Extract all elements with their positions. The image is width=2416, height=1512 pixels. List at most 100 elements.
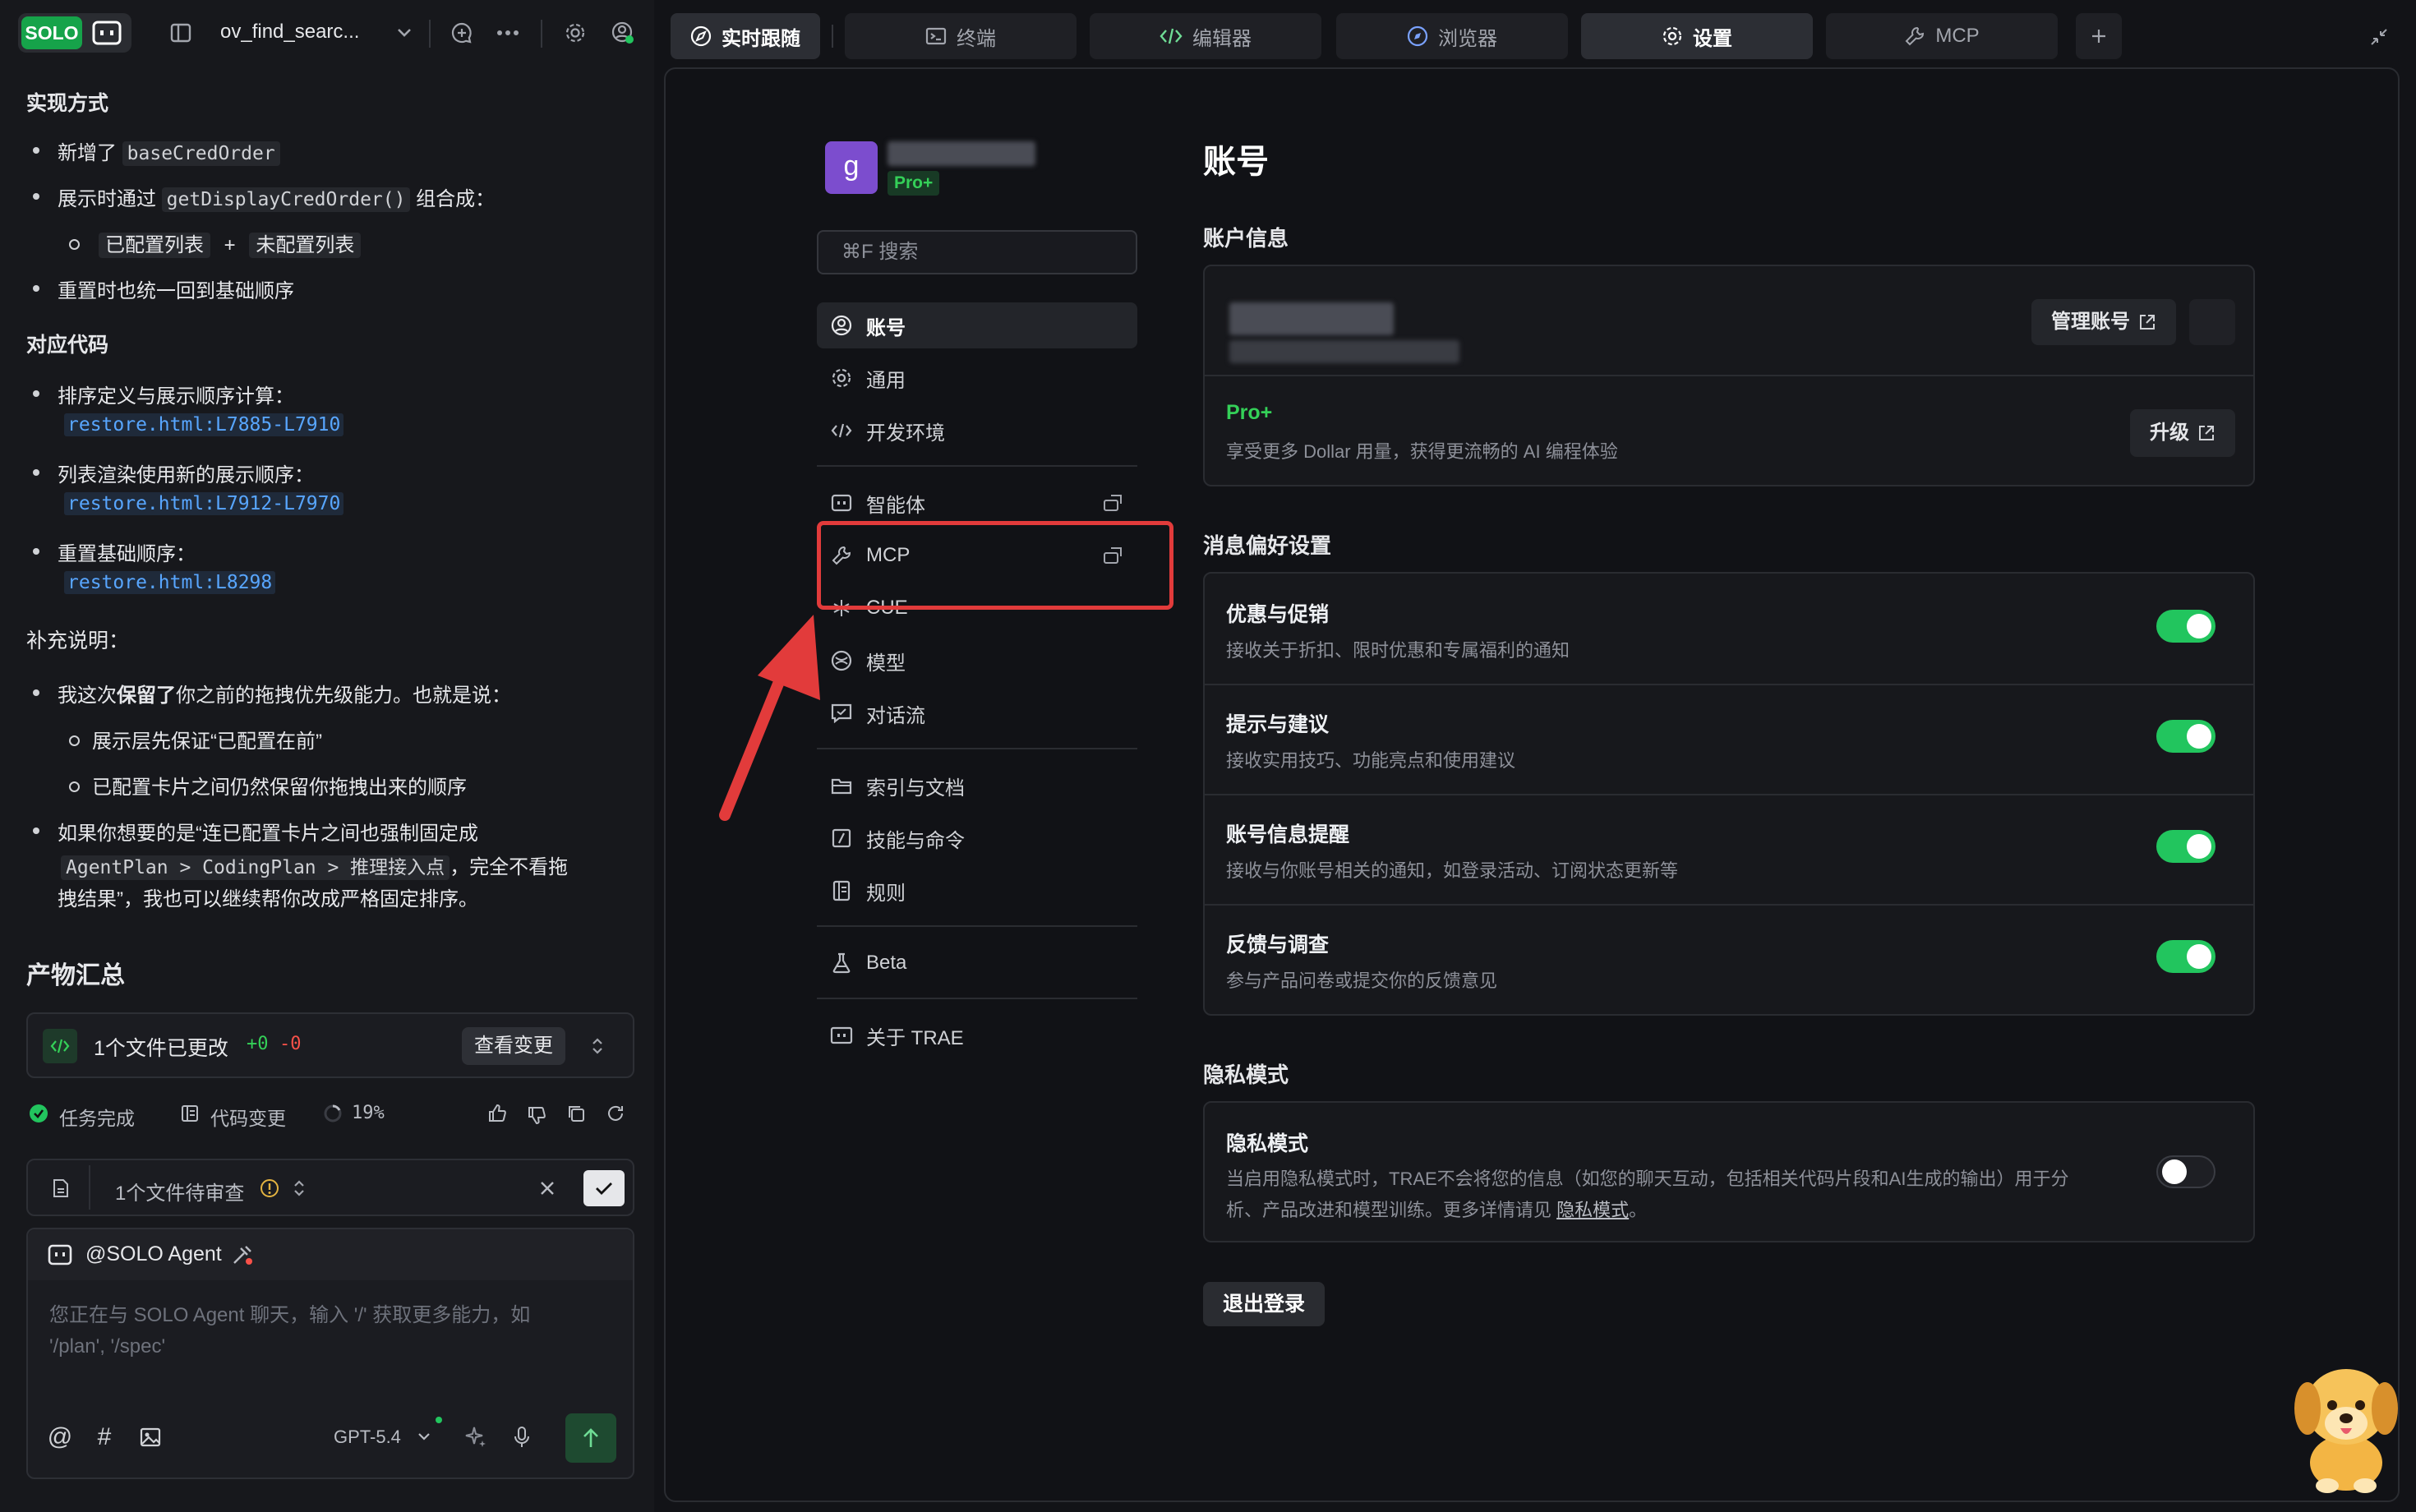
sidebar-toggle-icon[interactable] xyxy=(164,16,197,49)
hash-icon[interactable]: # xyxy=(90,1423,118,1451)
sidebar-item-label: 通用 xyxy=(866,369,906,392)
list-item: 排序定义与展示顺序计算： restore.html:L7885-L7910 xyxy=(33,380,344,436)
collapse-icon[interactable] xyxy=(2365,23,2393,51)
progress-spinner-icon xyxy=(322,1103,343,1124)
solo-mode-badge[interactable]: SOLO xyxy=(18,13,131,53)
sidebar-item-dev-env[interactable]: 开发环境 xyxy=(817,408,1137,454)
tab-browser[interactable]: 浏览器 xyxy=(1336,13,1568,59)
wrench-icon xyxy=(1904,25,1925,47)
agent-mention[interactable]: @SOLO Agent xyxy=(85,1242,222,1266)
divider xyxy=(1205,794,2253,795)
thumbs-down-icon[interactable] xyxy=(524,1103,549,1127)
sidebar-item-general[interactable]: 通用 xyxy=(817,355,1137,401)
note-heading: 补充说明： xyxy=(26,629,130,652)
composer-input[interactable]: 您正在与 SOLO Agent 聊天，输入 '/' 获取更多能力，如 '/pla… xyxy=(49,1300,530,1362)
tab-label: 编辑器 xyxy=(1192,27,1252,50)
list-text: 展示时通过 xyxy=(58,188,156,210)
privacy-description: 当启用隐私模式时，TRAE不会将您的信息（如您的聊天互动，包括相关代码片段和AI… xyxy=(1226,1164,2155,1226)
feedback-toggle[interactable] xyxy=(2156,940,2215,973)
tools-icon[interactable] xyxy=(228,1241,256,1269)
expand-icon[interactable] xyxy=(583,1032,611,1060)
sidebar-item-rules[interactable]: 规则 xyxy=(817,868,1137,914)
plan-description: 享受更多 Dollar 用量，获得更流畅的 AI 编程体验 xyxy=(1226,441,1618,462)
tab-settings[interactable]: 设置 xyxy=(1581,13,1813,59)
more-options-button[interactable] xyxy=(2189,299,2235,345)
expand-icon[interactable] xyxy=(288,1177,311,1200)
more-icon[interactable] xyxy=(491,16,524,49)
list-item: 展示时通过 getDisplayCredOrder() 组合成： xyxy=(33,182,495,212)
tab-label: MCP xyxy=(1935,25,1980,47)
sidebar-item-account[interactable]: 账号 xyxy=(817,302,1137,348)
gear-icon[interactable] xyxy=(559,16,592,49)
image-icon[interactable] xyxy=(136,1423,164,1451)
solo-label: SOLO xyxy=(21,16,82,49)
tab-editor[interactable]: 编辑器 xyxy=(1090,13,1321,59)
sidebar-item-agents[interactable]: 智能体 xyxy=(817,480,1137,526)
privacy-mode-link[interactable]: 隐私模式 xyxy=(1556,1200,1629,1220)
add-tab-button[interactable] xyxy=(2076,13,2122,59)
tips-toggle[interactable] xyxy=(2156,720,2215,753)
tab-label: 设置 xyxy=(1693,27,1732,50)
code-change-label[interactable]: 代码变更 xyxy=(210,1103,286,1131)
sparkle-icon[interactable] xyxy=(462,1423,490,1451)
regenerate-icon[interactable] xyxy=(603,1101,628,1126)
logout-button[interactable]: 退出登录 xyxy=(1203,1282,1326,1326)
microphone-icon[interactable] xyxy=(508,1423,536,1451)
sidebar-item-about[interactable]: 关于 TRAE xyxy=(817,1012,1137,1058)
sidebar-item-mcp[interactable]: MCP xyxy=(817,532,1137,579)
sidebar-item-index-docs[interactable]: 索引与文档 xyxy=(817,763,1137,809)
project-name[interactable]: ov_find_searc... xyxy=(220,21,359,44)
privacy-mode-toggle[interactable] xyxy=(2156,1155,2215,1188)
code-heading: 对应代码 xyxy=(26,334,109,357)
divider xyxy=(1205,375,2253,376)
model-status-dot xyxy=(436,1417,442,1423)
copy-icon[interactable] xyxy=(564,1101,588,1126)
code-link[interactable]: restore.html:L7912-L7970 xyxy=(64,492,344,515)
sidebar-item-label: 模型 xyxy=(866,652,906,675)
sidebar-item-beta[interactable]: Beta xyxy=(817,940,1137,986)
sidebar-item-skills[interactable]: 技能与命令 xyxy=(817,815,1137,861)
tab-terminal[interactable]: 终端 xyxy=(845,13,1077,59)
model-icon xyxy=(830,649,853,672)
close-icon[interactable] xyxy=(536,1177,559,1200)
divider xyxy=(817,465,1137,467)
manage-account-button[interactable]: 管理账号 xyxy=(2031,299,2176,345)
added-count: +0 xyxy=(247,1034,269,1054)
upgrade-button[interactable]: 升级 xyxy=(2130,409,2235,457)
privacy-desc-end: 。 xyxy=(1629,1200,1648,1220)
chevron-down-icon[interactable] xyxy=(414,1427,434,1446)
avatar[interactable]: g xyxy=(825,141,878,194)
view-changes-button[interactable]: 查看变更 xyxy=(462,1027,565,1065)
account-alerts-toggle[interactable] xyxy=(2156,830,2215,863)
mention-icon[interactable]: @ xyxy=(46,1423,74,1451)
flask-icon xyxy=(830,952,853,975)
open-external-icon[interactable] xyxy=(1101,544,1124,567)
message-prefs-card: 优惠与促销 接收关于折扣、限时优惠和专属福利的通知 提示与建议 接收实用技巧、功… xyxy=(1203,572,2255,1016)
code-link[interactable]: restore.html:L8298 xyxy=(64,571,276,594)
open-external-icon[interactable] xyxy=(1101,491,1124,514)
accept-check-icon[interactable] xyxy=(583,1170,625,1206)
sidebar-item-cue[interactable]: CUE xyxy=(817,585,1137,631)
sidebar-item-chat-flow[interactable]: 对话流 xyxy=(817,690,1137,736)
divider xyxy=(832,25,833,48)
new-chat-icon[interactable] xyxy=(445,16,478,49)
settings-search-input[interactable]: ⌘F 搜索 xyxy=(817,230,1137,274)
tab-mcp[interactable]: MCP xyxy=(1826,13,2058,59)
robot-icon xyxy=(46,1241,74,1269)
tab-live-follow[interactable]: 实时跟随 xyxy=(671,13,820,59)
promotions-toggle[interactable] xyxy=(2156,610,2215,643)
list-item: 重置基础顺序： restore.html:L8298 xyxy=(33,537,276,594)
button-label: 升级 xyxy=(2150,422,2189,444)
review-label: 1个文件待审查 xyxy=(115,1182,245,1205)
dog-mascot-image xyxy=(2294,1369,2398,1493)
gear-icon xyxy=(1662,25,1683,47)
thumbs-up-icon[interactable] xyxy=(485,1101,509,1126)
account-status-icon[interactable] xyxy=(606,16,639,49)
chevron-down-icon[interactable] xyxy=(388,16,421,49)
code-link[interactable]: restore.html:L7885-L7910 xyxy=(64,413,344,436)
model-selector[interactable]: GPT-5.4 xyxy=(334,1427,401,1448)
removed-count: -0 xyxy=(279,1034,302,1054)
send-button[interactable] xyxy=(565,1413,616,1463)
impl-heading: 实现方式 xyxy=(26,92,109,115)
sidebar-item-models[interactable]: 模型 xyxy=(817,638,1137,684)
